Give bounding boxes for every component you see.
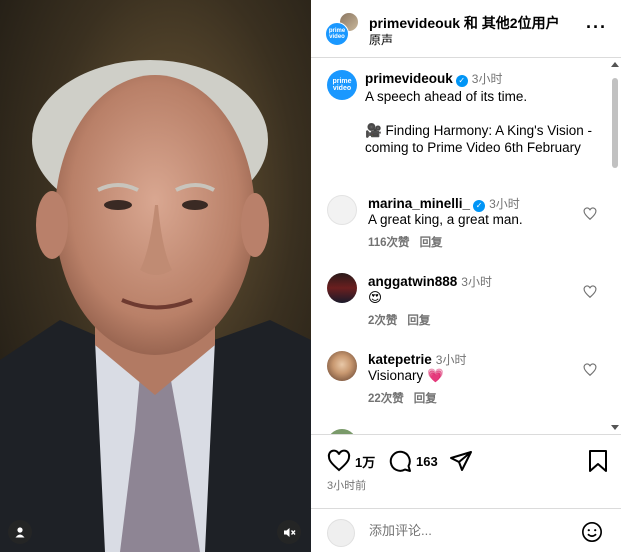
comment-username[interactable]: katepetrie bbox=[368, 352, 432, 367]
comment-count[interactable]: 163 bbox=[416, 454, 438, 469]
comment-input[interactable] bbox=[369, 523, 569, 538]
avatar: prime video bbox=[325, 22, 349, 46]
comment-header: marina_minelli_ ✓ 3小时 bbox=[368, 195, 520, 213]
comment-time: 3小时 bbox=[489, 197, 520, 211]
post-video[interactable] bbox=[0, 0, 311, 552]
verified-badge-icon: ✓ bbox=[455, 75, 468, 87]
collab-avatars[interactable]: prime video bbox=[325, 12, 359, 46]
caption-text: 🎥 Finding Harmony: A King's Vision - com… bbox=[365, 123, 592, 155]
comment-time: 3小时 bbox=[461, 275, 492, 289]
comment-likes[interactable]: 22次赞 bbox=[368, 393, 404, 405]
caption-header: primevideouk ✓ 3小时 bbox=[365, 70, 502, 88]
avatar[interactable] bbox=[327, 273, 357, 303]
avatar bbox=[327, 519, 355, 547]
bookmark-icon[interactable] bbox=[587, 449, 609, 473]
post-timestamp[interactable]: 3小时前 bbox=[327, 477, 366, 493]
original-audio-label[interactable]: 原声 bbox=[369, 31, 393, 48]
heart-icon[interactable] bbox=[583, 285, 597, 299]
comment-action[interactable]: 163 bbox=[388, 449, 438, 473]
comment-username[interactable]: marina_minelli_ bbox=[368, 196, 470, 211]
comment-header: katepetrie 3小时 bbox=[368, 351, 466, 369]
collaborators-text[interactable]: 和 其他2位用户 bbox=[460, 15, 560, 31]
reply-button[interactable]: 回复 bbox=[414, 393, 437, 405]
comments-scroll-area[interactable]: prime video primevideouk ✓ 3小时 A speech ahe… bbox=[311, 58, 621, 434]
scroll-up-arrow-icon[interactable] bbox=[611, 62, 619, 67]
heart-icon[interactable] bbox=[583, 207, 597, 221]
video-frame bbox=[0, 0, 311, 552]
comment-item: katepetrie 3小时 Visionary 💗 22次赞 回复 bbox=[311, 349, 611, 427]
caption-text: A speech ahead of its time. bbox=[365, 89, 528, 104]
comment-meta: 22次赞 回复 bbox=[368, 390, 437, 406]
save-action[interactable] bbox=[587, 449, 609, 473]
comment-likes[interactable]: 2次赞 bbox=[368, 315, 397, 327]
comment-text: 😍 bbox=[368, 290, 383, 305]
post-header: prime video primevideouk 和 其他2位用户 原声 ··· bbox=[311, 0, 621, 58]
like-action[interactable]: 1万 bbox=[327, 449, 375, 473]
comment-item: anggatwin888 3小时 😍 2次赞 回复 bbox=[311, 271, 611, 349]
more-options-icon[interactable]: ··· bbox=[586, 18, 607, 36]
share-action[interactable] bbox=[449, 449, 473, 473]
comment-username[interactable]: anggatwin888 bbox=[368, 274, 457, 289]
comment-icon[interactable] bbox=[388, 449, 412, 473]
comment-header: anggatwin888 3小时 bbox=[368, 273, 492, 291]
prime-video-logo: prime video bbox=[328, 28, 346, 40]
avatar[interactable]: prime video bbox=[327, 70, 357, 100]
muted-speaker-icon bbox=[283, 527, 296, 537]
mute-button[interactable] bbox=[277, 520, 301, 544]
author-username[interactable]: primevideouk bbox=[369, 15, 460, 31]
prime-video-logo: prime video bbox=[332, 78, 352, 92]
reply-button[interactable]: 回复 bbox=[420, 237, 443, 249]
heart-icon[interactable] bbox=[583, 363, 597, 377]
caption-username[interactable]: primevideouk bbox=[365, 71, 453, 86]
post-author-line[interactable]: primevideouk 和 其他2位用户 bbox=[369, 13, 560, 33]
user-icon bbox=[15, 527, 25, 538]
verified-badge-icon: ✓ bbox=[473, 200, 486, 212]
scrollbar-thumb[interactable] bbox=[612, 78, 618, 168]
share-icon[interactable] bbox=[449, 449, 473, 473]
avatar[interactable] bbox=[327, 195, 357, 225]
scrollbar[interactable] bbox=[611, 62, 619, 430]
add-comment-bar bbox=[311, 508, 621, 552]
avatar[interactable] bbox=[327, 351, 357, 381]
reply-button[interactable]: 回复 bbox=[407, 315, 430, 327]
comment-meta: 116次赞 回复 bbox=[368, 234, 443, 250]
caption-time: 3小时 bbox=[471, 72, 503, 86]
emoji-icon[interactable] bbox=[581, 521, 603, 543]
like-count[interactable]: 1万 bbox=[355, 452, 375, 471]
comment-item-partial bbox=[311, 427, 611, 434]
comment-meta: 2次赞 回复 bbox=[368, 312, 430, 328]
comment-time: 3小时 bbox=[435, 353, 467, 367]
post-details-panel: prime video primevideouk 和 其他2位用户 原声 ··· … bbox=[311, 0, 621, 552]
tagged-users-button[interactable] bbox=[8, 520, 32, 544]
comment-text: A great king, a great man. bbox=[368, 212, 523, 227]
scroll-down-arrow-icon[interactable] bbox=[611, 425, 619, 430]
comment-text: Visionary 💗 bbox=[368, 368, 444, 383]
post-actions: 1万 163 3小时前 bbox=[311, 434, 621, 504]
comment-likes[interactable]: 116次赞 bbox=[368, 237, 410, 249]
comment-item: marina_minelli_ ✓ 3小时 A great king, a grea… bbox=[311, 193, 611, 271]
heart-icon[interactable] bbox=[327, 449, 351, 473]
